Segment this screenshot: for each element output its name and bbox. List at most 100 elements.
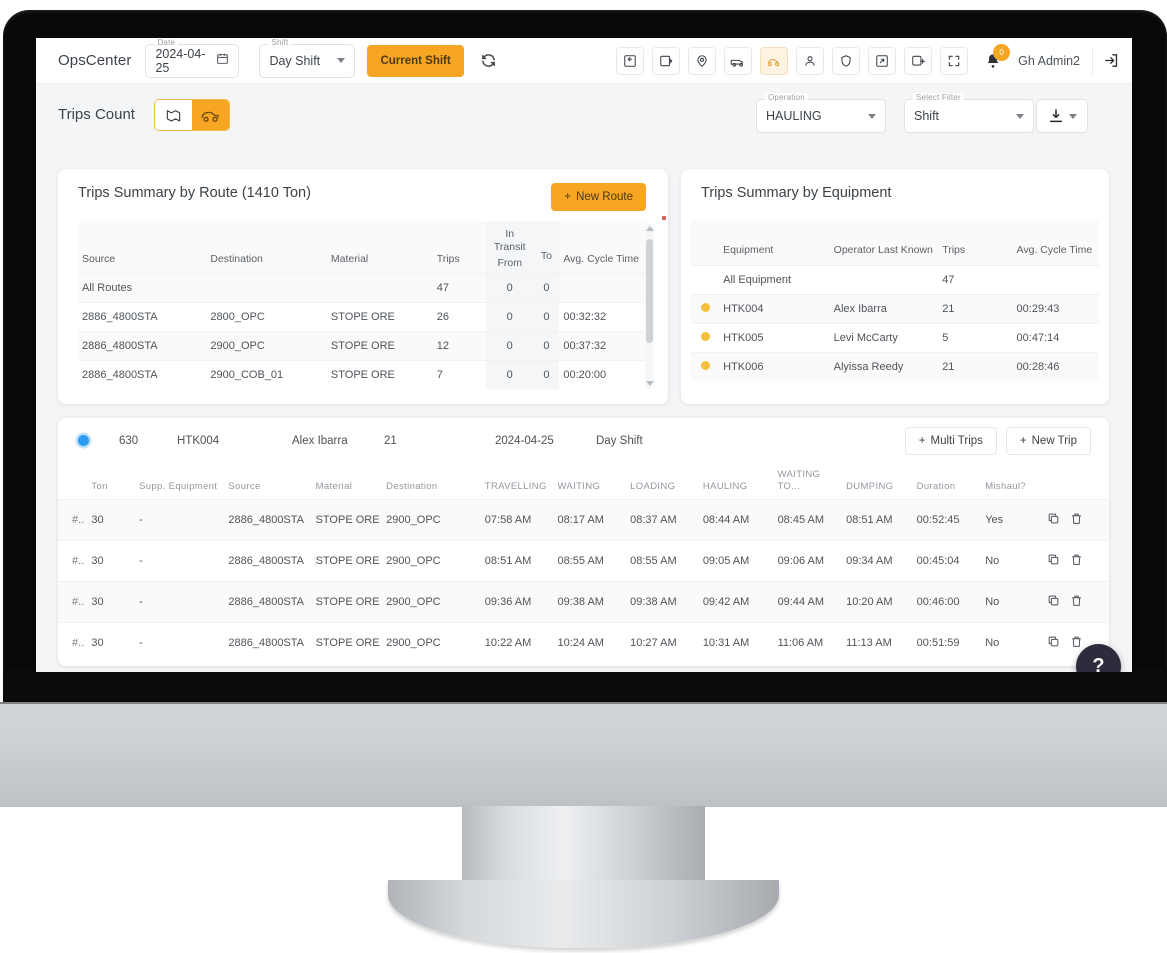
route-table: Source Destination Material Trips In Tra…	[78, 221, 648, 389]
shield-icon[interactable]	[832, 46, 861, 75]
operation-select[interactable]: Operation HAULING	[756, 93, 886, 133]
new-route-button[interactable]: + New Route	[551, 183, 646, 211]
shift-select[interactable]: Shift Day Shift	[259, 38, 356, 78]
trip-cell-supp: -	[139, 595, 143, 608]
operation-label: Operation	[765, 93, 808, 102]
col-destination: Destination	[210, 253, 263, 266]
chevron-down-icon[interactable]	[1016, 113, 1024, 119]
trip-cell-destination: 2900_OPC	[386, 554, 441, 567]
table-row[interactable]: 2886_4800STA 2900_OPC STOPE ORE 12 0 0 00:37:3…	[78, 331, 648, 361]
chevron-down-icon[interactable]	[868, 113, 876, 119]
trip-cell-material: STOPE ORE	[315, 554, 380, 567]
route-cell-from: 0	[485, 302, 534, 332]
trip-cell-mishaul: No	[985, 554, 1000, 567]
trip-cell-material: STOPE ORE	[315, 595, 380, 608]
table-row[interactable]: #.. 30 - 2886_4800STA STOPE ORE 2900_OPC 08:51…	[58, 540, 1109, 581]
monitor-base-plate	[0, 702, 1167, 807]
user-name[interactable]: Gh Admin2	[1018, 54, 1080, 68]
trip-cell-hauling: 09:05 AM	[702, 554, 750, 567]
trip-cell-duration: 00:52:45	[916, 513, 960, 526]
table-row[interactable]: HTK006 Alyissa Reedy 21 00:28:46	[691, 352, 1099, 381]
selected-row-indicator[interactable]	[78, 435, 89, 446]
truck-icon[interactable]	[724, 46, 753, 75]
equipment-cell-equipment: HTK004	[723, 302, 764, 315]
table-row[interactable]: #.. 30 - 2886_4800STA STOPE ORE 2900_OPC 09:36…	[58, 581, 1109, 623]
trip-cell-waiting-to: 08:45 AM	[777, 513, 825, 526]
delete-icon[interactable]	[1070, 553, 1083, 569]
col-in-transit: In Transit	[493, 228, 526, 254]
copy-icon[interactable]	[1047, 594, 1060, 610]
copy-icon[interactable]	[1047, 512, 1060, 528]
trip-cell-ton: 30	[91, 513, 104, 526]
copy-icon[interactable]	[1047, 635, 1060, 651]
table-row[interactable]: All Equipment 47	[691, 265, 1099, 294]
status-badge	[691, 352, 719, 381]
equipment-cell-equipment: HTK005	[723, 331, 764, 344]
table-row[interactable]: All Routes 47 0 0	[78, 273, 648, 303]
table-row[interactable]: HTK004 Alex Ibarra 21 00:29:43	[691, 294, 1099, 323]
col-equipment: Equipment	[723, 244, 774, 257]
fullscreen-icon[interactable]	[940, 46, 969, 75]
route-cell-cycle: 00:20:00	[563, 369, 607, 382]
delete-icon[interactable]	[1070, 512, 1083, 528]
trip-cell-travelling: 07:58 AM	[484, 513, 532, 526]
scroll-down-arrow-icon[interactable]	[645, 381, 654, 386]
copy-icon[interactable]	[1047, 553, 1060, 569]
equipment-cell-cycle: 00:47:14	[1016, 331, 1060, 344]
import-data-icon[interactable]	[616, 46, 645, 75]
view-toggle-group	[154, 99, 230, 131]
chevron-down-icon[interactable]	[337, 58, 346, 63]
col-duration: Duration	[913, 463, 983, 500]
refresh-button[interactable]	[472, 44, 506, 78]
table-row[interactable]: HTK005 Levi McCarty 5 00:47:14	[691, 323, 1099, 352]
col-supp-equipment: Supp. Equipment	[136, 463, 226, 500]
alert-dot	[662, 216, 666, 220]
trip-cell-hauling: 09:42 AM	[702, 595, 750, 608]
route-table-scrollbar[interactable]	[645, 223, 654, 389]
map-view-icon[interactable]	[155, 100, 192, 130]
trip-cell-supp: -	[139, 513, 143, 526]
summary-trips: 21	[384, 434, 397, 447]
col-avg-cycle-time: Avg. Cycle Time	[1016, 244, 1093, 257]
notifications-button[interactable]: 0	[978, 43, 1011, 75]
route-cell-material	[327, 274, 433, 303]
plus-icon: +	[918, 434, 926, 447]
calendar-icon[interactable]	[216, 52, 229, 70]
table-row[interactable]: #.. 30 - 2886_4800STA STOPE ORE 2900_OPC 10:22…	[58, 622, 1109, 663]
trip-cell-material: STOPE ORE	[315, 637, 380, 649]
table-row[interactable]: 2886_4800STA 2900_COB_01 STOPE ORE 7 0 0 00:20…	[78, 360, 648, 389]
scroll-up-arrow-icon[interactable]	[645, 226, 654, 231]
date-field[interactable]: Date 2024-04-25	[145, 38, 240, 78]
location-pin-icon[interactable]	[688, 46, 717, 75]
summary-operator: Alex Ibarra	[292, 434, 348, 447]
equipment-view-icon[interactable]	[192, 100, 229, 130]
equipment-table: Equipment Operator Last Known Trips Avg.…	[691, 221, 1099, 381]
trip-cell-waiting: 08:55 AM	[557, 554, 604, 567]
open-external-icon[interactable]	[868, 46, 897, 75]
logout-icon[interactable]	[1092, 46, 1122, 75]
trip-cell-travelling: 09:36 AM	[484, 595, 532, 608]
table-row[interactable]: #.. 30 - 2886_4800STA STOPE ORE 2900_OPC 07:58…	[58, 499, 1109, 541]
route-cell-to: 0	[533, 331, 560, 361]
date-field-value: 2024-04-25	[155, 46, 206, 75]
chevron-down-icon[interactable]	[1068, 113, 1077, 119]
filter-value: Shift	[914, 109, 940, 123]
export-download-button[interactable]	[1036, 99, 1088, 133]
col-waiting: WAITING	[554, 463, 628, 500]
scrollbar-thumb[interactable]	[646, 239, 653, 343]
operator-icon[interactable]	[796, 46, 825, 75]
delete-icon[interactable]	[1070, 635, 1083, 651]
add-image-icon[interactable]	[904, 46, 933, 75]
trip-cell-num: #..	[72, 637, 85, 649]
current-shift-button[interactable]: Current Shift	[367, 44, 464, 77]
multi-trips-button[interactable]: + Multi Trips	[904, 426, 997, 455]
status-badge	[691, 323, 719, 352]
export-data-icon[interactable]	[652, 46, 681, 75]
delete-icon[interactable]	[1070, 594, 1083, 610]
new-trip-button[interactable]: + New Trip	[1005, 426, 1091, 455]
loader-icon[interactable]	[760, 46, 789, 75]
equipment-card-title: Trips Summary by Equipment	[701, 185, 892, 201]
table-row[interactable]: 2886_4800STA 2800_OPC STOPE ORE 26 0 0 00:32:3…	[78, 302, 648, 332]
status-dot-icon	[700, 302, 710, 312]
filter-select[interactable]: Select Filter Shift	[904, 93, 1034, 133]
